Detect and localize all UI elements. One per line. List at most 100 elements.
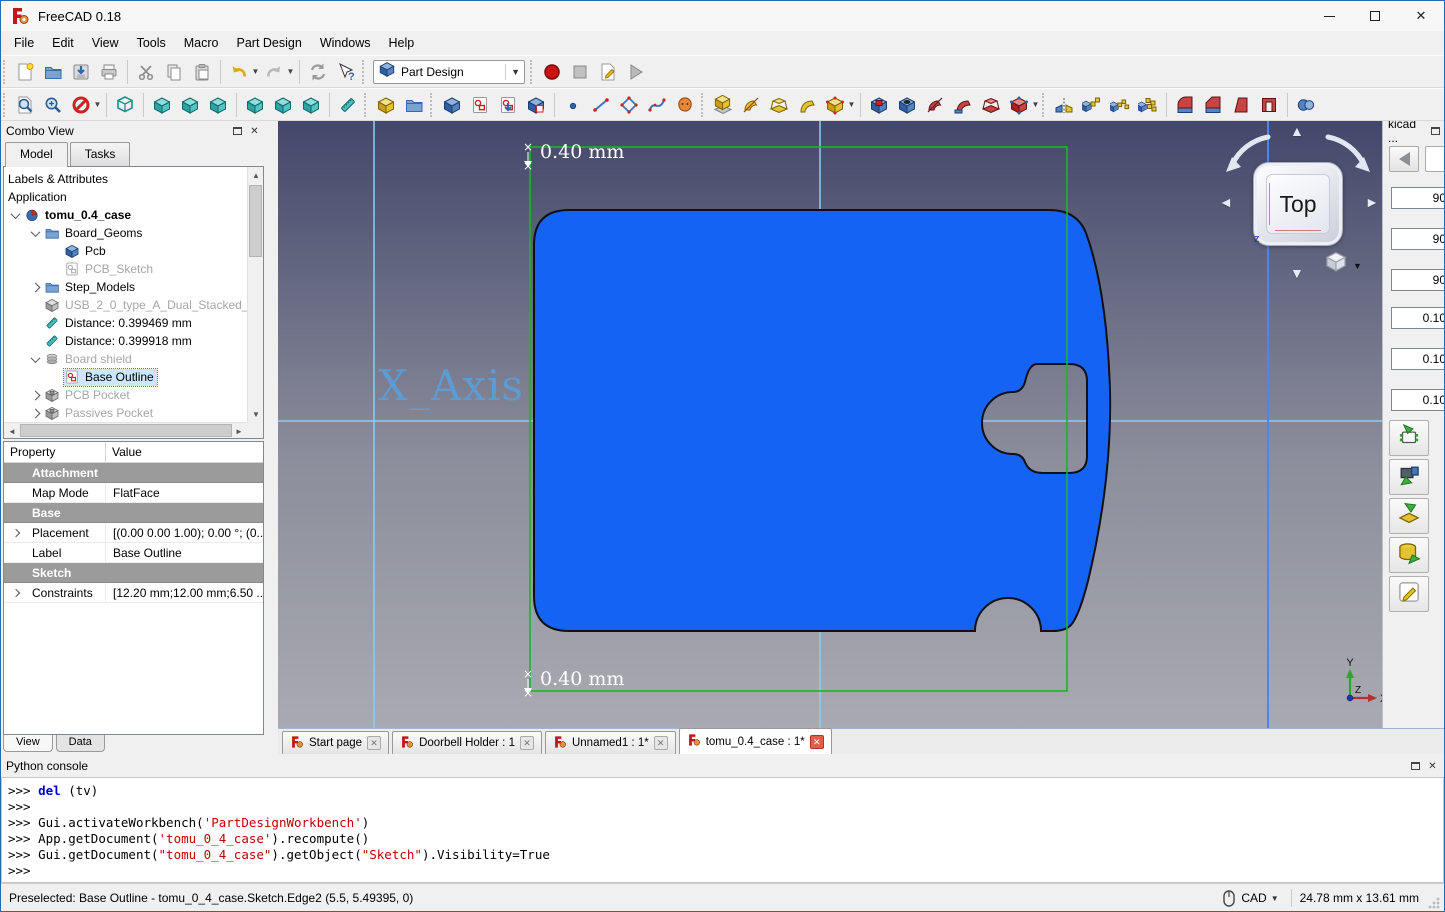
create-sketch-button[interactable] (466, 91, 494, 119)
view-right-button[interactable] (204, 91, 232, 119)
tree-item-labels-attributes[interactable]: Labels & Attributes (4, 170, 263, 188)
create-group-button[interactable] (400, 91, 428, 119)
macro-edit-button[interactable] (594, 58, 622, 86)
cut-button[interactable] (132, 58, 160, 86)
tree-hscroll-thumb[interactable] (20, 424, 232, 437)
scroll-left-icon[interactable]: ◄ (4, 423, 20, 439)
navigation-cube[interactable]: Top (1253, 162, 1343, 246)
document-tab-doorbell-holder-1[interactable]: Doorbell Holder : 1✕ (392, 731, 542, 754)
view-top-button[interactable] (176, 91, 204, 119)
workbench-selector[interactable]: Part Design▼ (373, 60, 525, 84)
document-tab-start-page[interactable]: Start page✕ (282, 731, 389, 754)
collapse-icon[interactable] (31, 353, 41, 363)
fit-all-button[interactable] (11, 91, 39, 119)
tab-data[interactable]: Data (56, 735, 105, 752)
close-panel-button[interactable]: ✕ (248, 125, 261, 138)
hole-button[interactable] (893, 91, 921, 119)
view-front-button[interactable] (148, 91, 176, 119)
kicad-value-input-1[interactable]: 90 (1391, 228, 1445, 250)
boolean-button[interactable] (1292, 91, 1320, 119)
resize-grip[interactable] (1427, 896, 1441, 910)
nav-style-selector[interactable]: CAD (1241, 891, 1266, 905)
close-tab-icon[interactable]: ✕ (520, 736, 534, 750)
tab-view[interactable]: View (3, 735, 53, 752)
save-document-button[interactable] (67, 58, 95, 86)
nav-settings-dropdown-icon[interactable]: ▼ (1353, 261, 1362, 271)
multitransform-button[interactable] (1134, 91, 1162, 119)
tree-item-board-shield[interactable]: Board shield (4, 350, 263, 368)
pocket-button[interactable] (865, 91, 893, 119)
menu-part-design[interactable]: Part Design (228, 31, 311, 55)
subtractive-primitive-button[interactable] (1005, 91, 1033, 119)
nav-cube-top-face[interactable]: Top (1266, 174, 1330, 234)
collapse-icon[interactable] (31, 227, 41, 237)
float-panel-button[interactable] (1429, 125, 1441, 138)
draft-button[interactable] (1227, 91, 1255, 119)
additive-primitive-button[interactable] (821, 91, 849, 119)
expand-icon[interactable] (31, 282, 41, 292)
nav-arrow-up-icon[interactable]: ▲ (1290, 123, 1304, 139)
scroll-right-icon[interactable]: ► (231, 423, 247, 439)
maximize-button[interactable] (1352, 1, 1398, 31)
rotate-cw-icon[interactable] (1328, 137, 1364, 165)
property-row-map-mode[interactable]: Map ModeFlatFace (4, 483, 263, 503)
kicad-value-input-5[interactable]: 0.10 (1391, 389, 1445, 411)
whats-this-button[interactable]: ? (332, 58, 360, 86)
toolbar-grip[interactable] (701, 93, 705, 117)
tree-item-distance-0-399918-mm[interactable]: Distance: 0.399918 mm (4, 332, 263, 350)
tree-vscroll-thumb[interactable] (249, 185, 262, 257)
view-bottom-button[interactable] (269, 91, 297, 119)
menu-view[interactable]: View (83, 31, 128, 55)
refresh-button[interactable] (304, 58, 332, 86)
float-panel-button[interactable] (1409, 760, 1422, 773)
polar-pattern-button[interactable] (1106, 91, 1134, 119)
tree-item-distance-0-399469-mm[interactable]: Distance: 0.399469 mm (4, 314, 263, 332)
new-document-button[interactable] (11, 58, 39, 86)
print-button[interactable] (95, 58, 123, 86)
thickness-button[interactable] (1255, 91, 1283, 119)
minimize-button[interactable] (1306, 1, 1352, 31)
tree-item-application[interactable]: Application (4, 188, 263, 206)
additive-pipe-button[interactable] (793, 91, 821, 119)
nav-style-dropdown-icon[interactable]: ▼ (1271, 894, 1279, 903)
toolbar-grip[interactable] (530, 60, 534, 84)
nav-mini-cube-icon[interactable] (1324, 249, 1348, 273)
menu-help[interactable]: Help (380, 31, 424, 55)
kicad-value-input-0[interactable]: 90 (1391, 187, 1445, 209)
tree-vertical-scrollbar[interactable]: ▲ ▼ (247, 167, 263, 422)
tree-item-pcb[interactable]: Pcb (4, 242, 263, 260)
tab-tasks[interactable]: Tasks (70, 142, 131, 166)
property-row-placement[interactable]: Placement[(0.00 0.00 1.00); 0.00 °; (0..… (4, 523, 263, 543)
menu-windows[interactable]: Windows (311, 31, 380, 55)
kicad-value-input-4[interactable]: 0.10 (1391, 348, 1445, 370)
macro-stop-button[interactable] (566, 58, 594, 86)
macro-record-button[interactable] (538, 58, 566, 86)
tree-item-pcb-sketch[interactable]: PCB_Sketch (4, 260, 263, 278)
scroll-up-icon[interactable]: ▲ (248, 167, 264, 183)
groove-button[interactable] (921, 91, 949, 119)
tree-item-usb-2-0-type-a-dual-stacked-jac[interactable]: USB_2_0_type_A_Dual_Stacked_jac (4, 296, 263, 314)
3d-viewport[interactable]: × × × × (278, 121, 1382, 728)
rotate-ccw-icon[interactable] (1232, 137, 1268, 165)
nav-arrow-left-icon[interactable]: ◄ (1219, 194, 1233, 210)
view-left-button[interactable] (297, 91, 325, 119)
menu-tools[interactable]: Tools (128, 31, 175, 55)
close-panel-button[interactable]: ✕ (1426, 760, 1439, 773)
mirrored-button[interactable] (1050, 91, 1078, 119)
menu-edit[interactable]: Edit (43, 31, 83, 55)
macro-play-button[interactable] (622, 58, 650, 86)
close-button[interactable]: ✕ (1398, 1, 1444, 31)
rotate-cw-arrowhead[interactable] (1355, 157, 1370, 172)
tree-item-pcb-pocket[interactable]: PCB Pocket (4, 386, 263, 404)
kicad-export-part-button[interactable] (1389, 459, 1429, 495)
tree-item-passives-pocket[interactable]: Passives Pocket (4, 404, 263, 422)
menu-file[interactable]: File (5, 31, 43, 55)
subtractive-loft-button[interactable] (977, 91, 1005, 119)
expand-icon[interactable] (31, 390, 41, 400)
close-tab-icon[interactable]: ✕ (654, 736, 668, 750)
menu-macro[interactable]: Macro (175, 31, 228, 55)
toolbar-grip[interactable] (3, 93, 7, 117)
rotate-ccw-arrowhead[interactable] (1226, 157, 1241, 172)
property-row-label[interactable]: LabelBase Outline (4, 543, 263, 563)
nav-arrow-down-icon[interactable]: ▼ (1290, 265, 1304, 281)
